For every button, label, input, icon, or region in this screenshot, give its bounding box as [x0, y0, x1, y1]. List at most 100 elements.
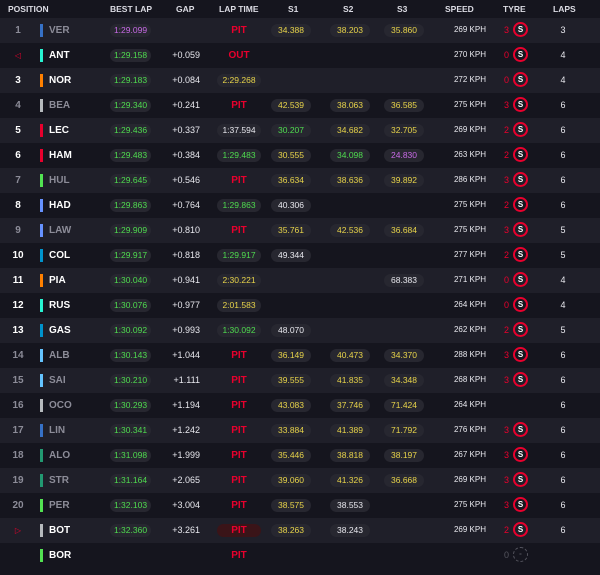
driver-row[interactable]: BOR PIT 0-	[0, 543, 600, 568]
header-laps[interactable]: LAPS	[553, 4, 576, 14]
team-color-bar	[40, 524, 43, 537]
driver-row[interactable]: 6 HAM 1:29.483 +0.384 1:29.483 30.555 34.098 24…	[0, 143, 600, 168]
driver-row[interactable]: 10 COL 1:29.917 +0.818 1:29.917 49.344 277 KPH…	[0, 243, 600, 268]
driver-row[interactable]: 11 PIA 1:30.040 +0.941 2:30.221 68.383 271 KPH…	[0, 268, 600, 293]
driver-row[interactable]: 18 ALO 1:31.098 +1.999 PIT 35.446 38.818 38.197…	[0, 443, 600, 468]
header-position[interactable]: POSITION	[8, 4, 49, 14]
soft-tyre-icon: S	[513, 522, 528, 537]
driver-code[interactable]: SAI	[49, 375, 66, 386]
driver-code[interactable]: COL	[49, 250, 70, 261]
driver-row[interactable]: 5 LEC 1:29.436 +0.337 1:37.594 30.207 34.682 32…	[0, 118, 600, 143]
laps-count: 6	[560, 350, 566, 360]
tyre-age: 3	[503, 225, 509, 235]
tyre-age: 3	[503, 175, 509, 185]
header-speed[interactable]: SPEED	[445, 4, 474, 14]
header-best-lap[interactable]: BEST LAP	[110, 4, 152, 14]
lap-time: 2:30.221	[217, 274, 261, 287]
best-lap-time: 1:29.483	[110, 149, 151, 162]
sector-s2-time: 41.835	[330, 374, 370, 387]
sector-s2-time: 38.818	[330, 449, 370, 462]
lap-time: PIT	[231, 500, 247, 511]
driver-code[interactable]: PER	[49, 500, 70, 511]
position-number: 19	[12, 475, 24, 486]
driver-row[interactable]: 14 ALB 1:30.143 +1.044 PIT 36.149 40.473 34.370…	[0, 343, 600, 368]
lap-time: PIT	[217, 524, 261, 537]
driver-row[interactable]: 1 VER 1:29.099 PIT 34.388 38.203 35.860 269 KPH…	[0, 18, 600, 43]
best-lap-time: 1:32.360	[110, 524, 151, 537]
laps-count: 6	[560, 400, 566, 410]
driver-code[interactable]: RUS	[49, 300, 70, 311]
tyre-age: 3	[503, 25, 509, 35]
best-lap-time: 1:30.092	[110, 324, 151, 337]
position-number: 20	[12, 500, 24, 511]
driver-code[interactable]: VER	[49, 25, 70, 36]
driver-code[interactable]: ANT	[49, 50, 70, 61]
team-color-bar	[40, 74, 43, 87]
driver-row[interactable]: 17 LIN 1:30.341 +1.242 PIT 33.884 41.389 71.792…	[0, 418, 600, 443]
lap-time: PIT	[231, 100, 247, 111]
driver-row[interactable]: 4 BEA 1:29.340 +0.241 PIT 42.539 38.063 36.585 2…	[0, 93, 600, 118]
driver-code[interactable]: ALO	[49, 450, 70, 461]
sector-s2-time: 41.326	[330, 474, 370, 487]
driver-code[interactable]: GAS	[49, 325, 71, 336]
best-lap-time: 1:29.645	[110, 174, 151, 187]
position-number: 7	[15, 175, 21, 186]
best-lap-time: 1:32.103	[110, 499, 151, 512]
driver-code[interactable]: BOR	[49, 550, 71, 561]
driver-code[interactable]: LEC	[49, 125, 69, 136]
driver-row[interactable]: 13 GAS 1:30.092 +0.993 1:30.092 48.070 262 KPH…	[0, 318, 600, 343]
header-s2[interactable]: S2	[343, 4, 353, 14]
best-lap-time: 1:29.158	[110, 49, 151, 62]
driver-code[interactable]: HUL	[49, 175, 70, 186]
position-number: 11	[12, 275, 24, 286]
driver-row[interactable]: 12 RUS 1:30.076 +0.977 2:01.583 264 KPH 0 S 4	[0, 293, 600, 318]
driver-row[interactable]: 16 OCO 1:30.293 +1.194 PIT 43.083 37.746 71.424…	[0, 393, 600, 418]
header-s1[interactable]: S1	[288, 4, 298, 14]
header-s3[interactable]: S3	[397, 4, 407, 14]
tyre-age: 2	[503, 150, 509, 160]
team-color-bar	[40, 274, 43, 287]
driver-row[interactable]: 8 HAD 1:29.863 +0.764 1:29.863 40.306 275 KPH 2…	[0, 193, 600, 218]
driver-code[interactable]: OCO	[49, 400, 72, 411]
tyre-age: 3	[503, 475, 509, 485]
driver-row[interactable]: 7 HUL 1:29.645 +0.546 PIT 36.634 38.636 39.892 2…	[0, 168, 600, 193]
gap-value: +0.241	[172, 100, 200, 110]
header-lap-time[interactable]: LAP TIME	[219, 4, 259, 14]
driver-row[interactable]: 20 PER 1:32.103 +3.004 PIT 38.575 38.553 275 KP…	[0, 493, 600, 518]
lap-time: 1:30.092	[217, 324, 261, 337]
driver-code[interactable]: LIN	[49, 425, 65, 436]
driver-row[interactable]: 3 NOR 1:29.183 +0.084 2:29.268 272 KPH 0 S 4	[0, 68, 600, 93]
position-number: 16	[12, 400, 24, 411]
header-tyre[interactable]: TYRE	[503, 4, 526, 14]
sector-s2-time: 42.536	[330, 224, 370, 237]
sector-s1-time: 48.070	[271, 324, 311, 337]
driver-row[interactable]: 9 LAW 1:29.909 +0.810 PIT 35.761 42.536 36.684 2…	[0, 218, 600, 243]
best-lap-time: 1:29.863	[110, 199, 151, 212]
driver-code[interactable]: ALB	[49, 350, 70, 361]
sector-s1-time: 38.575	[271, 499, 311, 512]
driver-row[interactable]: ◁ ANT 1:29.158 +0.059 OUT 270 KPH 0 S 4	[0, 43, 600, 68]
sector-s2-time: 40.473	[330, 349, 370, 362]
driver-code[interactable]: LAW	[49, 225, 71, 236]
driver-code[interactable]: BEA	[49, 100, 70, 111]
position-number: 13	[12, 325, 24, 336]
driver-code[interactable]: HAD	[49, 200, 71, 211]
driver-row[interactable]: ▷ BOT 1:32.360 +3.261 PIT 38.263 38.243 269 KPH…	[0, 518, 600, 543]
lap-time: 1:29.483	[217, 149, 261, 162]
sector-s3-time: 36.668	[384, 474, 424, 487]
driver-code[interactable]: STR	[49, 475, 69, 486]
driver-code[interactable]: BOT	[49, 525, 70, 536]
team-color-bar	[40, 374, 43, 387]
soft-tyre-icon: S	[513, 372, 528, 387]
tyre-age: 3	[503, 500, 509, 510]
driver-code[interactable]: HAM	[49, 150, 72, 161]
header-gap[interactable]: GAP	[176, 4, 194, 14]
sector-s3-time: 34.348	[384, 374, 424, 387]
speed-value: 275 KPH	[453, 100, 486, 109]
driver-code[interactable]: NOR	[49, 75, 71, 86]
driver-code[interactable]: PIA	[49, 275, 66, 286]
driver-row[interactable]: 19 STR 1:31.164 +2.065 PIT 39.060 41.326 36.668…	[0, 468, 600, 493]
driver-row[interactable]: 15 SAI 1:30.210 +1.111 PIT 39.555 41.835 34.348…	[0, 368, 600, 393]
position-number: 18	[12, 450, 24, 461]
position-number: 10	[12, 250, 24, 261]
